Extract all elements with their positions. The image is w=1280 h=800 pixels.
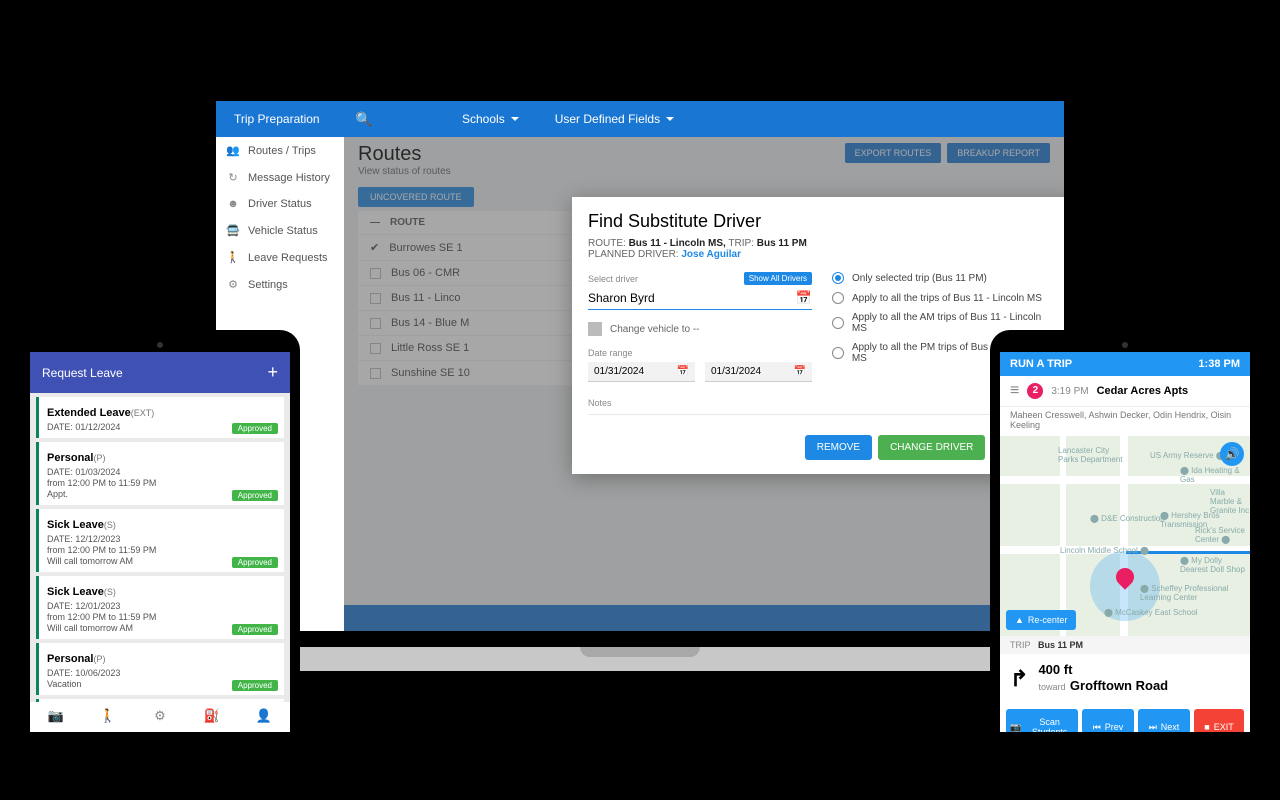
walk-icon: 🚶 [226,251,240,264]
exit-button[interactable]: ■EXIT [1194,709,1244,732]
menu-icon[interactable]: ≡ [1010,382,1019,400]
date-to-field[interactable]: 01/31/2024📅 [705,362,812,382]
sound-button[interactable]: 🔊 [1220,442,1244,466]
change-vehicle-row[interactable]: Change vehicle to -- [588,322,812,336]
radio-icon [832,317,844,329]
planned-driver-link[interactable]: Jose Aguilar [681,249,741,260]
nav-calendar-icon[interactable]: 📷 [30,702,82,732]
select-driver-label: Select driver [588,274,638,284]
menu-user-defined[interactable]: User Defined Fields [537,112,692,126]
chevron-down-icon [666,117,674,121]
next-icon: ⏭ [1149,722,1157,733]
prev-button[interactable]: ⏮Prev [1082,709,1134,732]
sidebar-item-vehicle-status[interactable]: 🚍Vehicle Status [216,217,344,244]
driver-input[interactable]: Sharon Byrd 📅 [588,287,812,310]
calendar-icon: 📅 [677,366,689,377]
sidebar-item-message-history[interactable]: ↻Message History [216,164,344,191]
nav-fuel-icon[interactable]: ⛽ [186,702,238,732]
chevron-down-icon [511,117,519,121]
dialog-route-meta: ROUTE: Bus 11 - Lincoln MS, TRIP: Bus 11… [588,238,1056,249]
radio-icon [832,272,844,284]
people-icon: 👥 [226,144,240,157]
leave-card[interactable]: Personal(P) DATE: 01/03/2024 from 12:00 … [36,442,284,505]
history-icon: ↻ [226,171,240,184]
request-leave-header: Request Leave + [30,352,290,393]
nav-account-icon[interactable]: 👤 [238,702,290,732]
date-from-field[interactable]: 01/31/2024📅 [588,362,695,382]
add-leave-button[interactable]: + [267,362,278,383]
leave-card[interactable]: Extended Leave(EXT) DATE: 01/12/2024 App… [36,397,284,438]
stop-number-badge: 2 [1027,383,1043,399]
approved-badge: Approved [232,490,278,501]
sidebar-item-leave-requests[interactable]: 🚶Leave Requests [216,244,344,271]
locate-icon: ▲ [1015,615,1024,625]
map[interactable]: 1 Lancaster CityParks Department US Army… [1000,436,1250,636]
radio-icon [832,292,844,304]
leave-card[interactable]: Sick Leave(S) DATE: 12/01/2023 from 12:0… [36,576,284,639]
approved-badge: Approved [232,423,278,434]
prev-icon: ⏮ [1093,722,1101,733]
nav-panel: ↱ 400 ft toward Grofftown Road [1000,654,1250,703]
notes-label: Notes [588,398,1056,408]
map-pin-1: 1 [1116,568,1136,588]
recenter-button[interactable]: ▲Re-center [1006,610,1076,630]
rider-list: Maheen Cresswell, Ashwin Decker, Odin He… [1000,407,1250,436]
stop-icon: ■ [1204,722,1209,732]
calendar-icon[interactable]: 📅 [796,290,812,306]
leave-card[interactable]: Personal(P) DATE: 10/06/2023 Vacation Ap… [36,643,284,695]
date-range-label: Date range [588,348,812,358]
run-trip-header: RUN A TRIP 1:38 PM [1000,352,1250,376]
topbar: Trip Preparation 🔍 Schools User Defined … [216,101,1064,137]
checkbox[interactable] [588,322,602,336]
turn-right-icon: ↱ [1010,666,1028,692]
menu-schools[interactable]: Schools [444,112,537,126]
app-title: Trip Preparation [216,112,344,126]
next-button[interactable]: ⏭Next [1138,709,1190,732]
change-driver-button[interactable]: CHANGE DRIVER [878,435,985,460]
approved-badge: Approved [232,680,278,691]
sidebar-item-routes[interactable]: 👥Routes / Trips [216,137,344,164]
nav-street: Grofftown Road [1070,678,1168,693]
notes-input[interactable] [588,414,1056,415]
dialog-title: Find Substitute Driver [588,211,1056,232]
sidebar-item-settings[interactable]: ⚙Settings [216,271,344,298]
gear-icon: ⚙ [226,278,240,291]
radio-all-trips[interactable]: Apply to all the trips of Bus 11 - Linco… [832,292,1056,304]
dialog-planned-driver: PLANNED DRIVER: Jose Aguilar [588,249,1056,260]
leave-card[interactable]: Sick Leave(S) DATE: 12/12/2023 from 12:0… [36,509,284,572]
calendar-icon: 📅 [794,366,806,377]
show-all-drivers-button[interactable]: Show All Drivers [744,272,812,285]
approved-badge: Approved [232,624,278,635]
laptop-mockup: Trip Preparation 🔍 Schools User Defined … [200,85,1080,671]
search-icon[interactable]: 🔍 [344,111,384,128]
tablet-right-mockup: RUN A TRIP 1:38 PM ≡ 2 3:19 PM Cedar Acr… [990,330,1260,744]
radio-selected-trip[interactable]: Only selected trip (Bus 11 PM) [832,272,1056,284]
nav-tune-icon[interactable]: ⚙ [134,702,186,732]
stop-time: 3:19 PM [1051,386,1088,397]
bottom-nav: 📷 🚶 ⚙ ⛽ 👤 [30,702,290,732]
nav-walk-icon[interactable]: 🚶 [82,702,134,732]
stop-name: Cedar Acres Apts [1097,385,1189,397]
nav-distance: 400 ft [1038,662,1168,677]
camera-icon: 📷 [1010,722,1021,733]
sidebar-item-driver-status[interactable]: ☻Driver Status [216,191,344,217]
approved-badge: Approved [232,557,278,568]
face-icon: ☻ [226,198,240,210]
radio-icon [832,347,844,359]
trip-info: TRIP Bus 11 PM [1000,636,1250,654]
remove-button[interactable]: REMOVE [805,435,872,460]
bus-icon: 🚍 [226,224,240,237]
scan-students-button[interactable]: 📷Scan Students [1006,709,1078,732]
tablet-left-mockup: Request Leave + Extended Leave(EXT) DATE… [20,330,300,744]
